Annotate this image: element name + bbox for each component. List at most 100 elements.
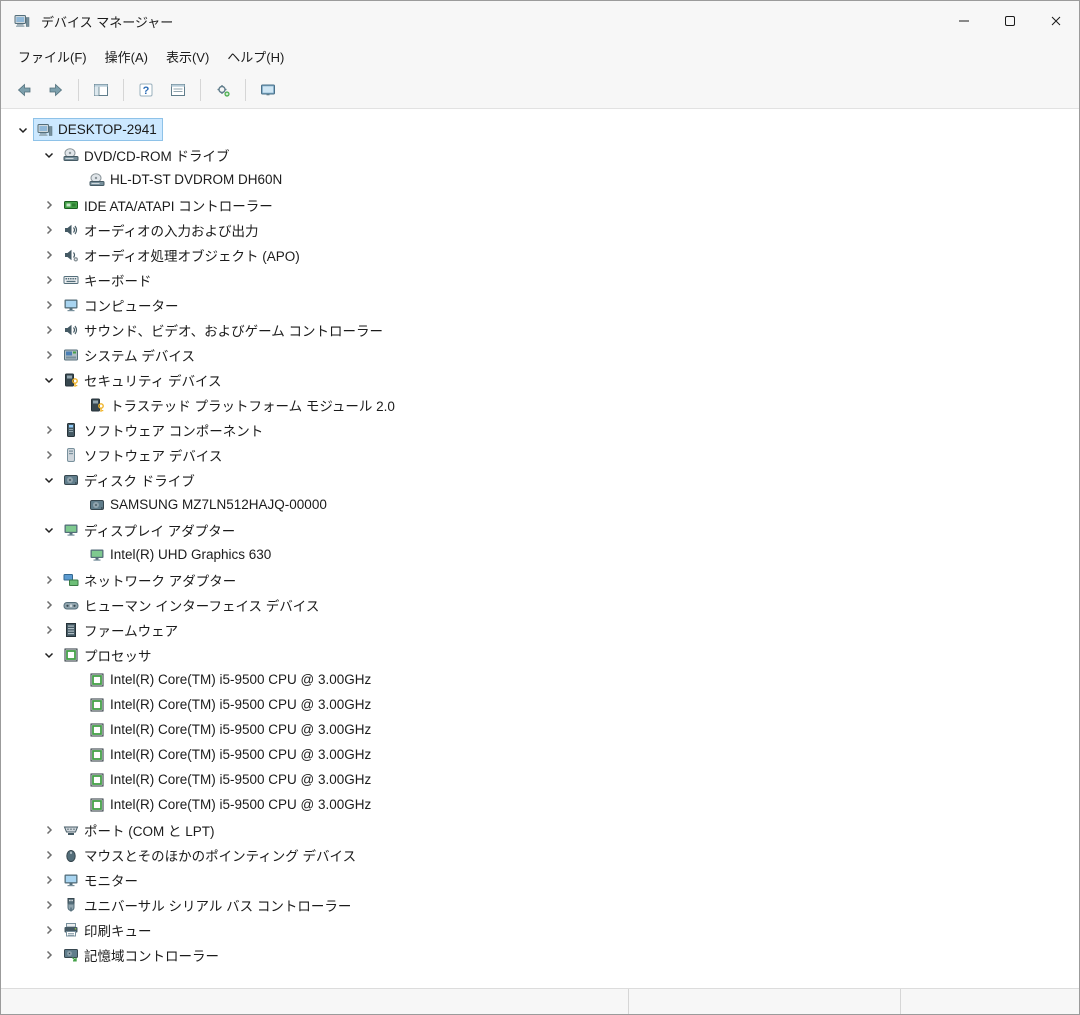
- tree-row: Intel(R) Core(TM) i5-9500 CPU @ 3.00GHz: [1, 792, 1079, 817]
- tree-row: DVD/CD-ROM ドライブ: [1, 142, 1079, 167]
- chevron-right-icon[interactable]: [39, 242, 59, 267]
- chevron-down-icon[interactable]: [39, 517, 59, 542]
- storage-controller-icon: [62, 946, 79, 963]
- disk-drive-icon: [62, 471, 79, 488]
- help-button[interactable]: ?: [131, 76, 161, 104]
- tree-node[interactable]: ディスプレイ アダプター: [59, 517, 241, 543]
- tree-node[interactable]: サウンド、ビデオ、およびゲーム コントローラー: [59, 317, 389, 343]
- chevron-right-icon[interactable]: [39, 592, 59, 617]
- computer-monitor-icon: [62, 296, 79, 313]
- chevron-down-icon[interactable]: [39, 467, 59, 492]
- tree-node[interactable]: マウスとそのほかのポインティング デバイス: [59, 842, 362, 868]
- toolbar-divider: [78, 79, 79, 101]
- window-controls: [941, 1, 1079, 41]
- close-button[interactable]: [1033, 1, 1079, 41]
- chevron-right-icon[interactable]: [39, 192, 59, 217]
- print-queue-icon: [62, 921, 79, 938]
- tree-node-label: 印刷キュー: [84, 920, 152, 940]
- chevron-down-icon[interactable]: [39, 367, 59, 392]
- chevron-right-icon[interactable]: [39, 417, 59, 442]
- tree-node-label: IDE ATA/ATAPI コントローラー: [84, 195, 273, 215]
- chevron-right-icon[interactable]: [39, 617, 59, 642]
- tree-node[interactable]: Intel(R) Core(TM) i5-9500 CPU @ 3.00GHz: [85, 693, 377, 716]
- tree-node[interactable]: ディスク ドライブ: [59, 467, 201, 493]
- chevron-right-icon[interactable]: [39, 442, 59, 467]
- chevron-down-icon[interactable]: [39, 642, 59, 667]
- tree-node[interactable]: SAMSUNG MZ7LN512HAJQ-00000: [85, 493, 333, 516]
- tree-row: マウスとそのほかのポインティング デバイス: [1, 842, 1079, 867]
- console-tree-button[interactable]: [86, 76, 116, 104]
- tree-node[interactable]: IDE ATA/ATAPI コントローラー: [59, 192, 279, 218]
- tree-node[interactable]: Intel(R) Core(TM) i5-9500 CPU @ 3.00GHz: [85, 793, 377, 816]
- tree-row: IDE ATA/ATAPI コントローラー: [1, 192, 1079, 217]
- chevron-right-icon[interactable]: [39, 867, 59, 892]
- tree-node[interactable]: セキュリティ デバイス: [59, 367, 228, 393]
- tree-node-label: ユニバーサル シリアル バス コントローラー: [84, 895, 351, 915]
- dvd-drive-icon: [88, 171, 105, 188]
- tree-node[interactable]: トラステッド プラットフォーム モジュール 2.0: [85, 392, 401, 418]
- tree-node[interactable]: HL-DT-ST DVDROM DH60N: [85, 168, 288, 191]
- chevron-right-icon[interactable]: [39, 817, 59, 842]
- chevron-down-icon[interactable]: [13, 117, 33, 142]
- forward-button[interactable]: [41, 76, 71, 104]
- tree-node-label: Intel(R) UHD Graphics 630: [110, 547, 271, 562]
- tree-node[interactable]: オーディオ処理オブジェクト (APO): [59, 242, 306, 268]
- tree-node[interactable]: ヒューマン インターフェイス デバイス: [59, 592, 325, 618]
- chevron-right-icon[interactable]: [39, 942, 59, 967]
- chevron-down-icon[interactable]: [39, 142, 59, 167]
- tree-node[interactable]: DESKTOP-2941: [33, 118, 163, 141]
- tree-node[interactable]: モニター: [59, 867, 144, 893]
- menu-action[interactable]: 操作(A): [96, 42, 157, 71]
- tree-node[interactable]: 印刷キュー: [59, 917, 158, 943]
- tree-node[interactable]: Intel(R) Core(TM) i5-9500 CPU @ 3.00GHz: [85, 768, 377, 791]
- tree-node[interactable]: Intel(R) Core(TM) i5-9500 CPU @ 3.00GHz: [85, 743, 377, 766]
- tree-row: オーディオの入力および出力: [1, 217, 1079, 242]
- chevron-right-icon[interactable]: [39, 892, 59, 917]
- tree-node[interactable]: Intel(R) Core(TM) i5-9500 CPU @ 3.00GHz: [85, 668, 377, 691]
- tree-row: ソフトウェア デバイス: [1, 442, 1079, 467]
- tree-row: コンピューター: [1, 292, 1079, 317]
- tree-node[interactable]: ソフトウェア コンポーネント: [59, 417, 269, 443]
- maximize-button[interactable]: [987, 1, 1033, 41]
- menu-view[interactable]: 表示(V): [157, 42, 218, 71]
- expander-spacer: [65, 692, 85, 717]
- tree-node[interactable]: ネットワーク アダプター: [59, 567, 242, 593]
- tree-node[interactable]: DVD/CD-ROM ドライブ: [59, 142, 236, 168]
- chevron-right-icon[interactable]: [39, 292, 59, 317]
- menu-file[interactable]: ファイル(F): [9, 42, 96, 71]
- tree-node[interactable]: ポート (COM と LPT): [59, 817, 221, 843]
- minimize-button[interactable]: [941, 1, 987, 41]
- chevron-right-icon[interactable]: [39, 217, 59, 242]
- chevron-right-icon[interactable]: [39, 342, 59, 367]
- tree-node[interactable]: ユニバーサル シリアル バス コントローラー: [59, 892, 357, 918]
- tree-node[interactable]: ソフトウェア デバイス: [59, 442, 228, 468]
- chevron-right-icon[interactable]: [39, 317, 59, 342]
- chevron-right-icon[interactable]: [39, 267, 59, 292]
- tree-node[interactable]: Intel(R) UHD Graphics 630: [85, 543, 277, 566]
- tree-node[interactable]: システム デバイス: [59, 342, 201, 368]
- tree-node-label: Intel(R) Core(TM) i5-9500 CPU @ 3.00GHz: [110, 747, 371, 762]
- tree-node[interactable]: ファームウェア: [59, 617, 184, 643]
- scan-hardware-button[interactable]: [208, 76, 238, 104]
- tree-node-label: ネットワーク アダプター: [84, 570, 236, 590]
- chevron-right-icon[interactable]: [39, 917, 59, 942]
- software-component-icon: [62, 421, 79, 438]
- back-arrow-icon: [16, 81, 33, 98]
- tree-node[interactable]: コンピューター: [59, 292, 185, 318]
- tree-node[interactable]: 記憶域コントローラー: [59, 942, 225, 968]
- tree-node[interactable]: キーボード: [59, 267, 158, 293]
- tree-node[interactable]: オーディオの入力および出力: [59, 217, 265, 243]
- display-adapter-icon: [62, 521, 79, 538]
- device-display-icon: [260, 81, 277, 98]
- menu-help[interactable]: ヘルプ(H): [218, 42, 293, 71]
- console-tree-icon: [93, 81, 110, 98]
- tree-node[interactable]: プロセッサ: [59, 642, 158, 668]
- back-button[interactable]: [9, 76, 39, 104]
- chevron-right-icon[interactable]: [39, 567, 59, 592]
- tree-node-label: コンピューター: [84, 295, 179, 315]
- device-display-button[interactable]: [253, 76, 283, 104]
- properties-button[interactable]: [163, 76, 193, 104]
- tree-node-label: プロセッサ: [84, 645, 152, 665]
- chevron-right-icon[interactable]: [39, 842, 59, 867]
- tree-node[interactable]: Intel(R) Core(TM) i5-9500 CPU @ 3.00GHz: [85, 718, 377, 741]
